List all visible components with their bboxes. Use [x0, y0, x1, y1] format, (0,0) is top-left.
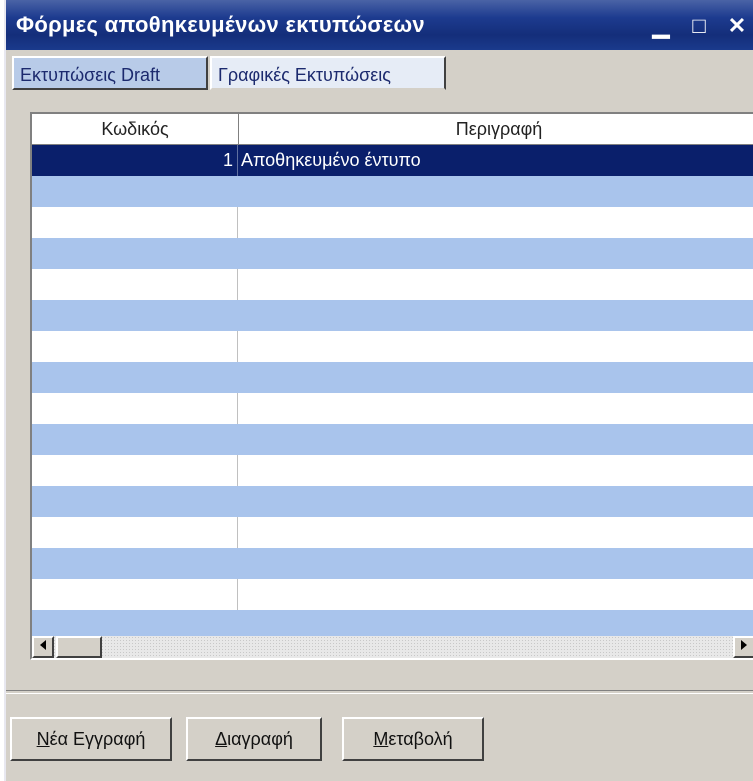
empty-row[interactable]	[32, 362, 753, 393]
cell-code: 1	[32, 145, 238, 176]
empty-row[interactable]	[32, 455, 753, 486]
empty-row[interactable]	[32, 424, 753, 455]
close-button[interactable]: ✕	[724, 14, 750, 38]
tab-draft-prints[interactable]: Εκτυπώσεις Draft	[12, 56, 208, 90]
scrollbar-thumb[interactable]	[56, 636, 102, 658]
forms-table: Κωδικός Περιγραφή 1 Αποθηκευμένο έντυπο	[30, 112, 753, 660]
delete-button[interactable]: Διαγραφή	[186, 717, 322, 761]
scroll-right-button[interactable]	[733, 636, 753, 658]
saved-print-forms-window: Φόρμες αποθηκευμένων εκτυπώσεων ▁ □ ✕ Εκ…	[4, 0, 753, 781]
empty-row[interactable]	[32, 548, 753, 579]
window-title: Φόρμες αποθηκευμένων εκτυπώσεων	[16, 12, 425, 37]
horizontal-scrollbar[interactable]	[32, 636, 753, 658]
arrow-right-icon	[741, 640, 747, 650]
arrow-left-icon	[40, 640, 46, 650]
title-bar[interactable]: Φόρμες αποθηκευμένων εκτυπώσεων ▁ □ ✕	[6, 0, 753, 50]
separator	[6, 690, 753, 694]
minimize-button[interactable]: ▁	[648, 14, 674, 38]
empty-row[interactable]	[32, 393, 753, 424]
maximize-button[interactable]: □	[686, 14, 712, 38]
column-header-description[interactable]: Περιγραφή	[239, 114, 753, 144]
table-row[interactable]: 1 Αποθηκευμένο έντυπο	[32, 145, 753, 176]
empty-row[interactable]	[32, 176, 753, 207]
empty-row[interactable]	[32, 207, 753, 238]
empty-row[interactable]	[32, 486, 753, 517]
new-record-button[interactable]: Νέα Εγγραφή	[10, 717, 172, 761]
empty-row[interactable]	[32, 300, 753, 331]
cell-description: Αποθηκευμένο έντυπο	[241, 150, 421, 170]
empty-row[interactable]	[32, 579, 753, 610]
empty-row[interactable]	[32, 331, 753, 362]
table-header: Κωδικός Περιγραφή	[32, 114, 753, 145]
tab-graphic-prints[interactable]: Γραφικές Εκτυπώσεις	[210, 56, 446, 90]
column-header-code[interactable]: Κωδικός	[32, 114, 238, 144]
edit-button[interactable]: Μεταβολή	[342, 717, 484, 761]
empty-row[interactable]	[32, 517, 753, 548]
empty-row[interactable]	[32, 238, 753, 269]
empty-row[interactable]	[32, 269, 753, 300]
scroll-left-button[interactable]	[32, 636, 54, 658]
